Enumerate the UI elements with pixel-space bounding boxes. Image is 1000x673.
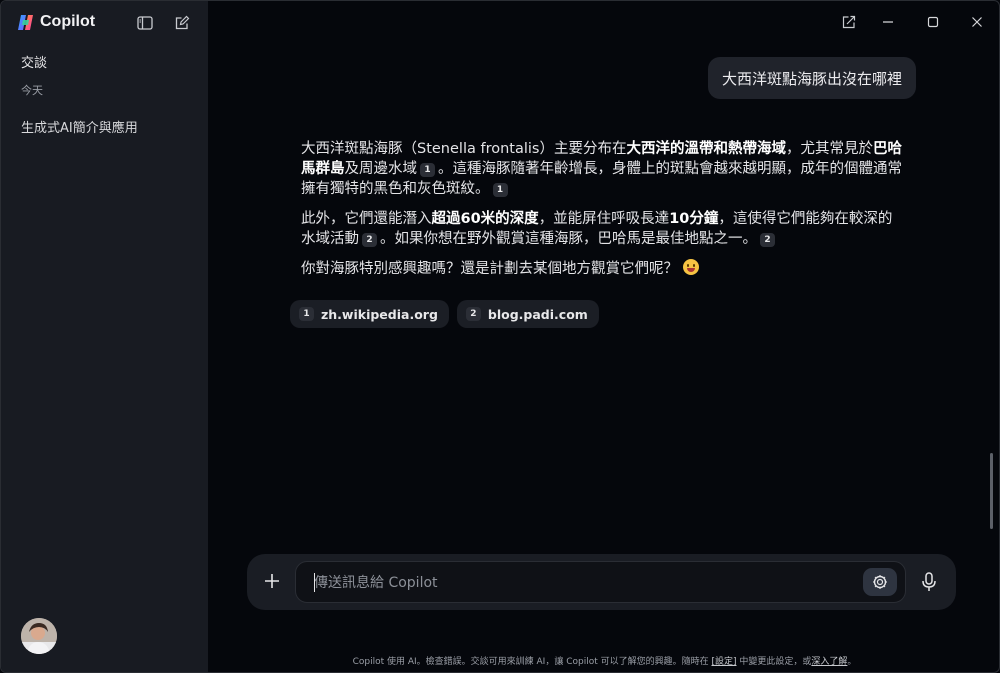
maximize-button[interactable] [918, 9, 948, 35]
app-logo: Copilot [17, 13, 95, 31]
copilot-window: Copilot 交談 今天 生成式AI簡介與應用 大西洋斑點海豚出沒在哪裡 大西… [0, 0, 1000, 673]
answer-bold: 超過60米的深度 [431, 211, 539, 227]
new-chat-button[interactable] [172, 13, 192, 33]
source-link-wikipedia[interactable]: 1 zh.wikipedia.org [290, 300, 449, 328]
sidebar-toggle-button[interactable] [135, 13, 155, 33]
source-domain: blog.padi.com [487, 306, 588, 322]
source-index: 1 [299, 307, 314, 321]
text-caret [314, 573, 315, 592]
user-message: 大西洋斑點海豚出沒在哪裡 [707, 57, 916, 99]
answer-text: 及周邊水域 [344, 161, 418, 177]
minimize-icon [883, 21, 893, 23]
source-domain: zh.wikipedia.org [321, 306, 438, 322]
message-input-box[interactable] [295, 561, 906, 604]
close-button[interactable] [962, 9, 992, 35]
maximize-icon [927, 16, 939, 28]
scrollbar-thumb[interactable] [990, 453, 993, 529]
microphone-icon [922, 572, 936, 591]
message-input[interactable] [312, 562, 846, 604]
answer-text: 。如果你想在野外觀賞這種海豚，巴哈馬是最佳地點之一。 [380, 231, 757, 247]
source-links: 1 zh.wikipedia.org 2 blog.padi.com [290, 300, 599, 328]
think-deeper-icon [873, 575, 887, 589]
footer-text: 中變更此設定，或 [736, 657, 812, 667]
answer-text: 此外，它們還能潛入 [301, 211, 432, 227]
close-icon [972, 17, 982, 27]
answer-paragraph: 大西洋斑點海豚（Stenella frontalis）主要分布在大西洋的溫帶和熱… [301, 139, 906, 199]
citation-badge[interactable]: 1 [492, 183, 508, 197]
sidebar: Copilot 交談 今天 生成式AI簡介與應用 [1, 1, 208, 672]
message-composer [247, 554, 956, 610]
conversation-item[interactable]: 生成式AI簡介與應用 [21, 117, 138, 136]
answer-text: ，尤其常見於 [785, 141, 873, 157]
app-name: Copilot [40, 13, 96, 30]
answer-bold: 大西洋的溫帶和熱帶海域 [626, 141, 786, 157]
source-link-padi[interactable]: 2 blog.padi.com [456, 300, 599, 328]
plus-icon [265, 574, 279, 588]
footer-text: Copilot 使用 AI。檢查錯誤。交談可用來訓練 AI，讓 Copilot … [352, 657, 712, 667]
attach-button[interactable] [259, 568, 285, 594]
answer-paragraph: 此外，它們還能潛入超過60米的深度，並能屏住呼吸長達10分鐘，這使得它們能夠在較… [301, 209, 906, 249]
citation-badge[interactable]: 1 [420, 163, 435, 177]
grinning-emoji-icon [682, 259, 699, 275]
answer-text: 你對海豚特別感興趣嗎？還是計劃去某個地方觀賞它們呢？ [301, 261, 678, 277]
think-deeper-button[interactable] [863, 568, 897, 596]
avatar[interactable] [21, 618, 57, 654]
copilot-logo-icon [17, 14, 34, 31]
date-group-today: 今天 [21, 84, 43, 97]
sidebar-toggle-icon [137, 16, 153, 30]
footer-disclaimer: Copilot 使用 AI。檢查錯誤。交談可用來訓練 AI，讓 Copilot … [1, 654, 999, 667]
answer-text: ）主要分布在 [539, 141, 627, 157]
source-index: 2 [465, 307, 481, 321]
user-photo-icon [21, 618, 57, 654]
microphone-button[interactable] [916, 568, 942, 596]
answer-text: Stenella frontalis [417, 141, 540, 157]
answer-paragraph: 你對海豚特別感興趣嗎？還是計劃去某個地方觀賞它們呢？ [301, 259, 906, 279]
learn-more-link[interactable]: 深入了解 [811, 657, 847, 667]
footer-text: 。 [847, 657, 857, 667]
assistant-answer: 大西洋斑點海豚（Stenella frontalis）主要分布在大西洋的溫帶和熱… [301, 139, 906, 289]
answer-bold: 10分鐘 [669, 211, 719, 227]
settings-link[interactable]: [設定] [711, 657, 736, 667]
citation-badge[interactable]: 2 [760, 233, 775, 247]
minimize-button[interactable] [873, 9, 903, 35]
answer-text: ，並能屏住呼吸長達 [538, 211, 670, 227]
pop-out-icon [842, 15, 856, 29]
citation-badge[interactable]: 2 [362, 233, 377, 247]
conversations-heading: 交談 [21, 56, 48, 71]
pop-out-button[interactable] [834, 9, 864, 35]
answer-text: 大西洋斑點海豚（ [301, 141, 417, 157]
new-chat-icon [175, 15, 190, 30]
